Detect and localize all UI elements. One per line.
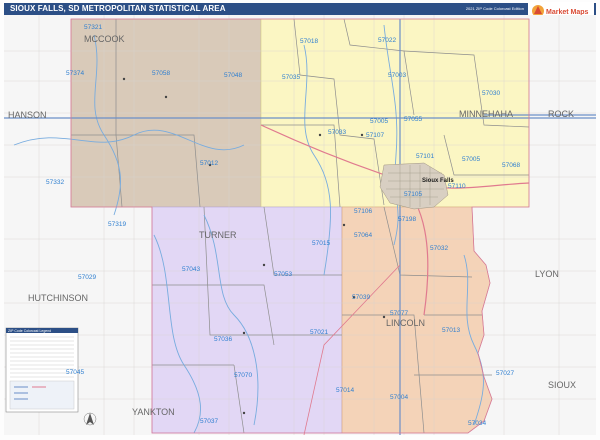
county-label-hanson: HANSON [8, 110, 47, 120]
map-title: SIOUX FALLS, SD METROPOLITAN STATISTICAL… [10, 4, 226, 13]
edition-note: 2021 ZIP Code Colorcast Edition [465, 6, 524, 11]
zip-label: 57070 [234, 372, 252, 379]
zip-label: 57022 [378, 37, 396, 44]
zip-label: 57058 [152, 70, 170, 77]
zip-label: 57077 [390, 310, 408, 317]
zip-label: 57035 [282, 74, 300, 81]
metro-map[interactable]: ZIP Code Colorcast Legend MCCOOK MINNEHA… [4, 15, 596, 435]
county-label-sioux: SIOUX [548, 380, 576, 390]
zip-label: 57013 [442, 327, 460, 334]
zip-label: 57012 [200, 160, 218, 167]
county-label-lincoln: LINCOLN [386, 318, 425, 328]
zip-label: 57039 [352, 294, 370, 301]
county-label-hutchinson: HUTCHINSON [28, 293, 88, 303]
zip-label: 57045 [66, 369, 84, 376]
zip-label: 57021 [310, 329, 328, 336]
zip-label: 57319 [108, 221, 126, 228]
zip-label: 57033 [328, 129, 346, 136]
zip-label: 57027 [496, 370, 514, 377]
zip-label: 57055 [404, 116, 422, 123]
zip-label: 57014 [336, 387, 354, 394]
county-label-rock: ROCK [548, 109, 574, 119]
county-label-yankton: YANKTON [132, 407, 175, 417]
zip-label: 57053 [274, 271, 292, 278]
legend-title: ZIP Code Colorcast Legend [8, 329, 51, 333]
zip-label: 57110 [448, 183, 466, 190]
zip-label: 57018 [300, 38, 318, 45]
zip-label: 57015 [312, 240, 330, 247]
county-label-turner: TURNER [199, 230, 237, 240]
zip-label: 57037 [200, 418, 218, 425]
zip-label: 57005 [462, 156, 480, 163]
zip-label: 57064 [354, 232, 372, 239]
zip-label: 57374 [66, 70, 84, 77]
zip-label: 57030 [482, 90, 500, 97]
zip-label: 57005 [370, 118, 388, 125]
county-label-lyon: LYON [535, 269, 559, 279]
county-label-minnehaha: MINNEHAHA [459, 109, 513, 119]
zip-label: 57048 [224, 72, 242, 79]
county-label-mccook: MCCOOK [84, 34, 125, 44]
zip-label: 57029 [78, 274, 96, 281]
zip-label: 57036 [214, 336, 232, 343]
title-bar: SIOUX FALLS, SD METROPOLITAN STATISTICAL… [4, 2, 596, 20]
zip-label: 57034 [468, 420, 486, 427]
zip-label: 57032 [430, 245, 448, 252]
zip-label: 57321 [84, 24, 102, 31]
zip-label: 57101 [416, 153, 434, 160]
zip-label: 57198 [398, 216, 416, 223]
zip-label: 57106 [354, 208, 372, 215]
zip-label: 57068 [502, 162, 520, 169]
zip-label: 57003 [388, 72, 406, 79]
zip-label: 57043 [182, 266, 200, 273]
map-sheet: SIOUX FALLS, SD METROPOLITAN STATISTICAL… [0, 0, 600, 440]
zip-label: 57332 [46, 179, 64, 186]
zip-label: 57107 [366, 132, 384, 139]
zip-label: 57105 [404, 191, 422, 198]
zip-label: 57004 [390, 394, 408, 401]
